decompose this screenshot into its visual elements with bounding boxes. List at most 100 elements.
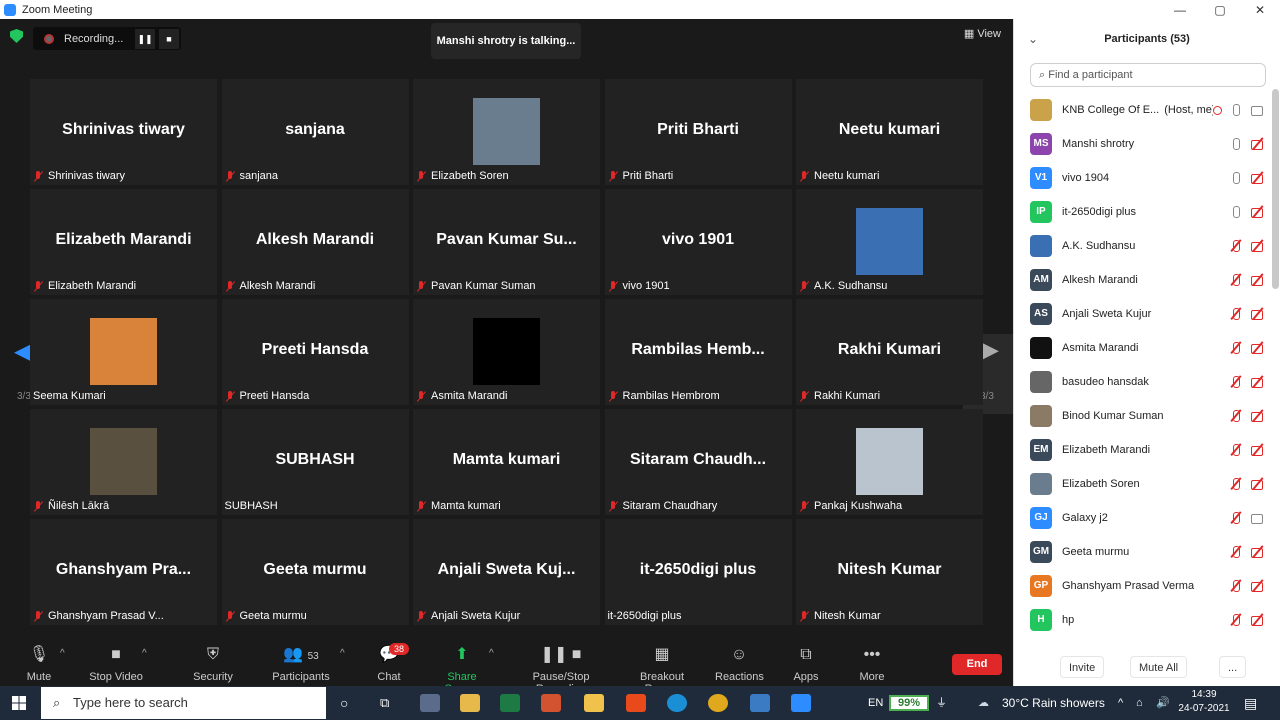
- video-tile[interactable]: Priti Bharti Priti Bharti: [604, 79, 792, 185]
- security-button[interactable]: ⛨ Security: [190, 644, 236, 683]
- participant-list-scrollbar[interactable]: [1272, 89, 1279, 289]
- participants-button[interactable]: 👥 53 Participants: [268, 644, 334, 683]
- muted-mic-icon[interactable]: [1228, 240, 1244, 252]
- video-camera-icon[interactable]: [1250, 512, 1266, 524]
- cortana-icon[interactable]: ○: [340, 686, 348, 720]
- video-off-icon[interactable]: [1250, 444, 1266, 456]
- powerpoint-icon[interactable]: [541, 694, 561, 712]
- video-tile[interactable]: Ghanshyam Pra... Ghanshyam Prasad V...: [30, 519, 217, 625]
- video-off-icon[interactable]: [1250, 614, 1266, 626]
- reactions-button[interactable]: ☺ Reactions: [715, 644, 764, 683]
- video-off-icon[interactable]: [1250, 172, 1266, 184]
- participant-row[interactable]: GJ Galaxy j2: [1014, 501, 1272, 535]
- collapse-panel-chevron-icon[interactable]: ⌄: [1028, 19, 1038, 59]
- video-tile[interactable]: Elizabeth Soren: [413, 79, 600, 185]
- taskbar-clock[interactable]: 14:39 24-07-2021: [1178, 688, 1230, 716]
- video-tile[interactable]: Pavan Kumar Su... Pavan Kumar Suman: [413, 189, 600, 295]
- video-tile[interactable]: Seema Kumari: [30, 299, 217, 405]
- weather-status[interactable]: 30°C Rain showers: [1002, 686, 1105, 720]
- muted-mic-icon[interactable]: [1228, 580, 1244, 592]
- muted-mic-icon[interactable]: [1228, 376, 1244, 388]
- file-explorer-icon[interactable]: [584, 694, 604, 712]
- video-off-icon[interactable]: [1250, 308, 1266, 320]
- muted-mic-icon[interactable]: [1228, 546, 1244, 558]
- video-tile[interactable]: SUBHASH SUBHASH: [221, 409, 409, 515]
- video-tile[interactable]: Ñilēsh Lākrā: [30, 409, 217, 515]
- participant-search-input[interactable]: ⌕ Find a participant: [1030, 63, 1266, 87]
- muted-mic-icon[interactable]: [1228, 478, 1244, 490]
- tray-overflow-chevron-icon[interactable]: ^: [1118, 686, 1123, 720]
- participant-row[interactable]: GP Ghanshyam Prasad Verma: [1014, 569, 1272, 603]
- video-tile[interactable]: Mamta kumari Mamta kumari: [413, 409, 600, 515]
- volume-icon[interactable]: 🔊: [1156, 686, 1170, 720]
- stop-video-button[interactable]: ■ Stop Video: [88, 644, 144, 683]
- zoom-taskbar-icon[interactable]: [791, 694, 811, 712]
- video-options-caret-icon[interactable]: ^: [142, 648, 147, 659]
- video-off-icon[interactable]: [1250, 376, 1266, 388]
- maximize-button[interactable]: ▢: [1200, 3, 1240, 17]
- minimize-button[interactable]: —: [1160, 3, 1200, 17]
- video-off-icon[interactable]: [1250, 478, 1266, 490]
- participant-row[interactable]: IP it-2650digi plus: [1014, 195, 1272, 229]
- microphone-icon[interactable]: [1228, 172, 1244, 184]
- muted-mic-icon[interactable]: [1228, 274, 1244, 286]
- video-tile[interactable]: Nitesh Kumar Nitesh Kumar: [796, 519, 983, 625]
- edge-icon[interactable]: [667, 694, 687, 712]
- video-tile[interactable]: Alkesh Marandi Alkesh Marandi: [221, 189, 409, 295]
- next-page-arrow-icon[interactable]: ▶: [982, 337, 999, 363]
- close-button[interactable]: ✕: [1240, 3, 1280, 17]
- muted-mic-icon[interactable]: [1228, 342, 1244, 354]
- pause-recording-icon[interactable]: ❚❚: [135, 28, 155, 49]
- taskbar-search-input[interactable]: ⌕ Type here to search: [41, 687, 326, 719]
- video-tile[interactable]: Rambilas Hemb... Rambilas Hembrom: [604, 299, 792, 405]
- participant-row[interactable]: AM Alkesh Marandi: [1014, 263, 1272, 297]
- participant-row[interactable]: GM Geeta murmu: [1014, 535, 1272, 569]
- participants-options-caret-icon[interactable]: ^: [340, 648, 345, 659]
- microphone-icon[interactable]: [1228, 138, 1244, 150]
- mute-button[interactable]: 🎙 Mute: [22, 644, 56, 683]
- more-options-button[interactable]: ...: [1219, 656, 1247, 678]
- excel-icon[interactable]: [500, 694, 520, 712]
- video-off-icon[interactable]: [1250, 138, 1266, 150]
- participant-row[interactable]: Hhp: [1014, 603, 1272, 637]
- muted-mic-icon[interactable]: [1228, 512, 1244, 524]
- more-button[interactable]: ••• More: [856, 644, 888, 683]
- video-off-icon[interactable]: [1250, 240, 1266, 252]
- video-off-icon[interactable]: [1250, 342, 1266, 354]
- battery-indicator[interactable]: 99%: [889, 695, 929, 711]
- video-tile[interactable]: Anjali Sweta Kuj... Anjali Sweta Kujur: [413, 519, 600, 625]
- video-tile[interactable]: it-2650digi plus it-2650digi plus: [604, 519, 792, 625]
- participant-row[interactable]: EM Elizabeth Marandi: [1014, 433, 1272, 467]
- video-tile[interactable]: Pankaj Kushwaha: [796, 409, 983, 515]
- view-button[interactable]: ▦ View: [964, 27, 1001, 40]
- video-off-icon[interactable]: [1250, 274, 1266, 286]
- share-options-caret-icon[interactable]: ^: [489, 648, 494, 659]
- video-off-icon[interactable]: [1250, 546, 1266, 558]
- video-tile[interactable]: Rakhi Kumari Rakhi Kumari: [796, 299, 983, 405]
- stop-recording-icon[interactable]: ■: [159, 28, 179, 49]
- participant-row[interactable]: Binod Kumar Suman: [1014, 399, 1272, 433]
- microphone-icon[interactable]: [1228, 104, 1244, 116]
- video-off-icon[interactable]: [1250, 206, 1266, 218]
- video-tile[interactable]: Shrinivas tiwary Shrinivas tiwary: [30, 79, 217, 185]
- apps-button[interactable]: ⧉ Apps: [790, 644, 822, 683]
- mute-all-button[interactable]: Mute All: [1130, 656, 1188, 678]
- language-indicator[interactable]: EN: [868, 686, 883, 720]
- chrome-icon[interactable]: [708, 694, 728, 712]
- muted-mic-icon[interactable]: [1228, 308, 1244, 320]
- network-icon[interactable]: ⌂: [1136, 686, 1143, 720]
- muted-mic-icon[interactable]: [1228, 444, 1244, 456]
- participant-row[interactable]: Elizabeth Soren: [1014, 467, 1272, 501]
- video-tile[interactable]: Neetu kumari Neetu kumari: [796, 79, 983, 185]
- muted-mic-icon[interactable]: [1228, 614, 1244, 626]
- app-icon[interactable]: [420, 694, 440, 712]
- video-tile[interactable]: vivo 1901 vivo 1901: [604, 189, 792, 295]
- video-tile[interactable]: sanjana sanjana: [221, 79, 409, 185]
- video-tile[interactable]: Sitaram Chaudh... Sitaram Chaudhary: [604, 409, 792, 515]
- video-tile[interactable]: Elizabeth Marandi Elizabeth Marandi: [30, 189, 217, 295]
- participant-row[interactable]: AS Anjali Sweta Kujur: [1014, 297, 1272, 331]
- store-icon[interactable]: [460, 694, 480, 712]
- photos-icon[interactable]: [750, 694, 770, 712]
- participant-row[interactable]: KNB College Of E... (Host, me): [1014, 93, 1272, 127]
- video-tile[interactable]: Geeta murmu Geeta murmu: [221, 519, 409, 625]
